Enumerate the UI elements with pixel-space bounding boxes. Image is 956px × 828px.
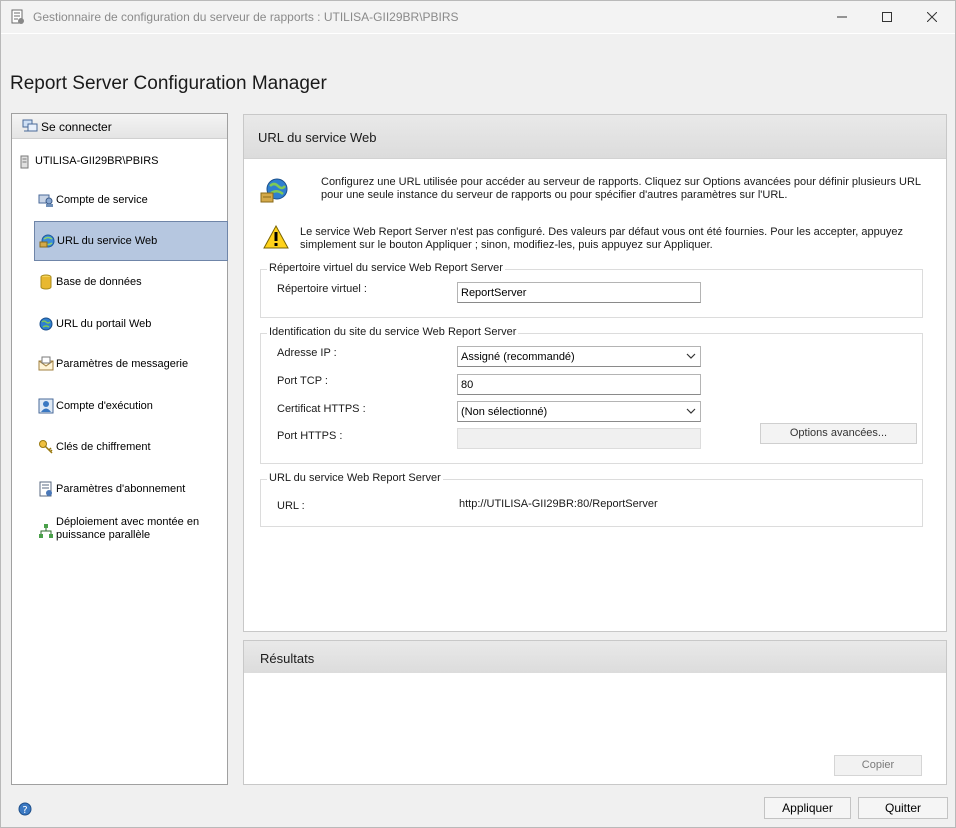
intro-text: Configurez une URL utilisée pour accéder… [321,176,921,201]
database-icon [40,274,52,290]
maximize-button[interactable] [864,1,910,33]
panel-title: URL du service Web [258,130,377,145]
https-certificate-label: Certificat HTTPS : [277,403,366,415]
connect-button[interactable]: Se connecter [12,114,227,139]
group-title: Répertoire virtuel du service Web Report… [267,262,505,274]
virtual-directory-label: Répertoire virtuel : [277,283,367,295]
tcp-port-input[interactable]: 80 [457,374,701,395]
nav-item-label: Paramètres d'abonnement [56,483,186,495]
ip-address-select[interactable]: Assigné (recommandé) [457,346,701,367]
nav-item-web-service-url[interactable]: URL du service Web [34,221,228,261]
group-title: URL du service Web Report Server [267,472,443,484]
nav-item-label: Clés de chiffrement [56,441,151,453]
connect-label: Se connecter [41,120,112,134]
title-bar: Gestionnaire de configuration du serveur… [1,1,955,33]
service-account-icon [38,194,53,207]
app-title: Report Server Configuration Manager [10,73,327,94]
web-service-url-panel: URL du service Web Configurez une URL ut… [243,114,947,632]
chevron-down-icon [686,408,696,414]
advanced-options-button[interactable]: Options avancées... [760,423,917,444]
nav-item-label: Paramètres de messagerie [56,358,189,370]
https-certificate-select[interactable]: (Non sélectionné) [457,401,701,422]
site-identification-group: Identification du site du service Web Re… [260,326,923,464]
subscription-icon [39,481,52,497]
server-icon [20,155,29,169]
execution-account-icon [38,398,54,414]
nav-item-database[interactable]: Base de données [34,263,228,303]
server-name: UTILISA-GII29BR\PBIRS [35,155,159,167]
nav-item-label: Compte de service [56,194,148,206]
app-window: Gestionnaire de configuration du serveur… [0,0,956,828]
nav-item-label: URL du portail Web [56,318,152,330]
help-icon[interactable]: ? [18,802,32,816]
warning-text: Le service Web Report Server n'est pas c… [300,226,903,251]
apply-button[interactable]: Appliquer [764,797,851,819]
report-server-app-icon [11,9,24,24]
close-button[interactable] [909,1,955,33]
virtual-directory-group: Répertoire virtuel du service Web Report… [260,262,923,318]
warning-icon [263,225,289,249]
nav-item-label: Compte d'exécution [56,400,153,412]
results-header: Résultats [244,641,946,673]
nav-item-subscription-settings[interactable]: Paramètres d'abonnement [34,470,228,510]
nav-item-encryption-keys[interactable]: Clés de chiffrement [34,428,228,468]
nav-item-label: Base de données [56,276,142,288]
ip-address-label: Adresse IP : [277,347,337,359]
https-port-label: Port HTTPS : [277,430,343,442]
keys-icon [39,440,53,454]
email-icon [38,356,54,371]
panel-header: URL du service Web [244,115,946,159]
group-title: Identification du site du service Web Re… [267,326,519,338]
results-panel: Résultats Copier [243,640,947,785]
minimize-icon [837,16,847,18]
maximize-icon [882,12,892,22]
url-label: URL : [277,500,305,512]
nav-item-label: Déploiement avec montée en puissance par… [56,516,200,541]
minimize-button[interactable] [819,1,865,33]
close-icon [927,12,937,22]
nav-item-email-settings[interactable]: Paramètres de messagerie [34,345,228,385]
scale-out-icon [39,524,53,538]
window-title: Gestionnaire de configuration du serveur… [33,10,459,24]
https-certificate-value: (Non sélectionné) [461,406,548,418]
https-port-input[interactable] [457,428,701,449]
quit-button[interactable]: Quitter [858,797,948,819]
results-title: Résultats [260,651,315,666]
ip-address-value: Assigné (recommandé) [461,351,575,363]
web-service-url-link[interactable]: http://UTILISA-GII29BR:80/ReportServer [459,498,658,510]
svg-text:?: ? [22,805,27,816]
web-service-url-icon [260,178,288,203]
virtual-directory-input[interactable]: ReportServer [457,282,701,303]
web-service-url-icon [39,234,55,248]
connect-icon [22,119,38,132]
nav-item-web-portal-url[interactable]: URL du portail Web [34,305,228,345]
nav-item-label: URL du service Web [57,235,158,247]
nav-item-scale-out-deployment[interactable]: Déploiement avec montée en puissance par… [34,512,228,552]
web-service-url-group: URL du service Web Report Server URL : h… [260,472,923,527]
nav-item-service-account[interactable]: Compte de service [34,181,228,221]
tcp-port-label: Port TCP : [277,375,328,387]
copy-button[interactable]: Copier [834,755,922,776]
navigation-panel: Se connecter UTILISA-GII29BR\PBIRS Compt… [11,113,228,785]
chevron-down-icon [686,353,696,359]
globe-icon [39,317,53,331]
nav-item-execution-account[interactable]: Compte d'exécution [34,387,228,427]
